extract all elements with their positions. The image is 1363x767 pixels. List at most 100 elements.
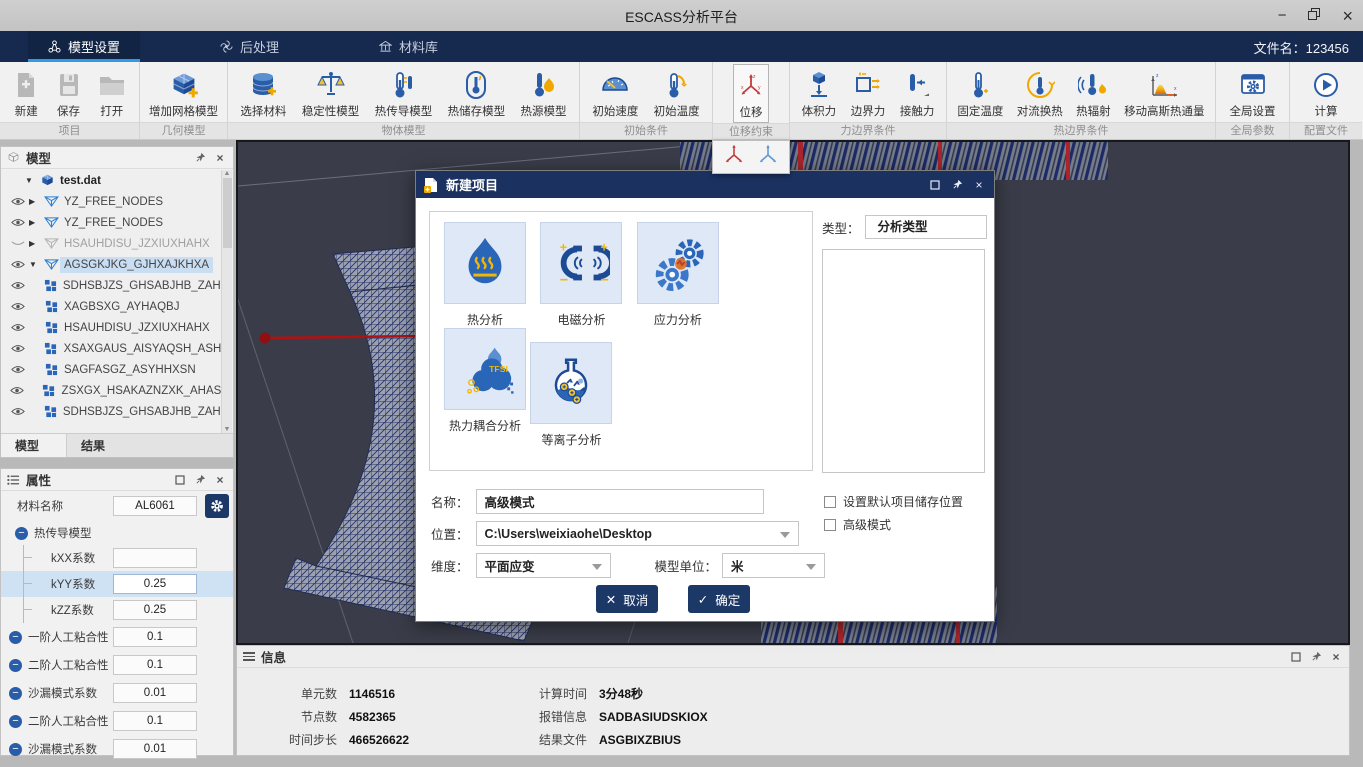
- eye-visible-icon[interactable]: [7, 365, 29, 374]
- save-button[interactable]: 保存: [53, 64, 85, 122]
- tree-row-hidden[interactable]: ▶ HSAUHDISU_JZXIUXHAHX: [1, 233, 233, 254]
- eye-visible-icon[interactable]: [7, 197, 29, 206]
- eye-visible-icon[interactable]: [7, 302, 29, 311]
- collapse-icon[interactable]: −: [9, 687, 22, 700]
- tree-row-selected[interactable]: ▼ AGSGKJKG_GJHXAJKHXA: [1, 254, 233, 275]
- collapse-icon[interactable]: ▼: [29, 260, 42, 269]
- eye-visible-icon[interactable]: [7, 386, 28, 395]
- fixed-temperature-button[interactable]: 固定温度: [954, 64, 1006, 122]
- minimize-icon[interactable]: −: [1278, 8, 1287, 23]
- pin-icon[interactable]: [1309, 650, 1323, 664]
- tab-post-processing[interactable]: 后处理: [200, 31, 299, 62]
- heat-conduction-model-button[interactable]: 热传导模型: [372, 64, 436, 122]
- property-input[interactable]: 0.1: [113, 627, 197, 647]
- tab-material-library[interactable]: 材料库: [359, 31, 458, 62]
- collapse-group-icon[interactable]: −: [15, 527, 28, 540]
- collapse-icon[interactable]: ▼: [25, 176, 38, 185]
- pin-icon[interactable]: [193, 151, 207, 165]
- eye-visible-icon[interactable]: [7, 407, 29, 416]
- checkbox-icon[interactable]: [824, 519, 836, 531]
- name-input[interactable]: 高级模式: [476, 489, 764, 514]
- heat-source-model-button[interactable]: 热源模型: [518, 64, 570, 122]
- card-plasma-analysis[interactable]: 等离子分析: [530, 342, 612, 448]
- close-panel-icon[interactable]: ×: [213, 151, 227, 165]
- contact-force-button[interactable]: 接触力: [897, 64, 938, 122]
- property-input[interactable]: 0.1: [113, 711, 197, 731]
- property-input[interactable]: 0.01: [113, 683, 197, 703]
- close-panel-icon[interactable]: ×: [213, 473, 227, 487]
- tree-row[interactable]: ▶ YZ_FREE_NODES: [1, 212, 233, 233]
- global-settings-button[interactable]: 全局设置: [1227, 64, 1279, 122]
- open-button[interactable]: 打开: [95, 64, 129, 122]
- heat-conduction-group-row[interactable]: − 热传导模型: [1, 521, 233, 545]
- eye-visible-icon[interactable]: [7, 218, 29, 227]
- material-name-value[interactable]: AL6061: [113, 496, 197, 516]
- initial-temperature-button[interactable]: 初始温度: [651, 64, 703, 122]
- tree-root-row[interactable]: ▼ test.dat: [1, 170, 233, 191]
- eye-visible-icon[interactable]: [7, 281, 29, 290]
- restore-panel-icon[interactable]: [173, 473, 187, 487]
- tree-scrollbar[interactable]: ▲▼: [221, 170, 232, 433]
- tree-row[interactable]: ▶ YZ_FREE_NODES: [1, 191, 233, 212]
- card-stress-analysis[interactable]: 应力分析: [637, 222, 719, 328]
- convection-button[interactable]: 对流换热: [1014, 64, 1066, 122]
- ok-button[interactable]: ✓ 确定: [688, 585, 750, 613]
- property-input[interactable]: [113, 548, 197, 568]
- eye-hidden-icon[interactable]: [7, 239, 29, 248]
- dimension-combobox[interactable]: 平面应变: [476, 553, 611, 578]
- collapse-icon[interactable]: −: [9, 743, 22, 756]
- initial-velocity-button[interactable]: 初始速度: [589, 64, 641, 122]
- stability-model-button[interactable]: 稳定性模型: [299, 64, 363, 122]
- property-input[interactable]: 0.25: [113, 574, 197, 594]
- close-panel-icon[interactable]: ×: [1329, 650, 1343, 664]
- property-input[interactable]: 0.01: [113, 739, 197, 759]
- eye-visible-icon[interactable]: [7, 323, 29, 332]
- expand-icon[interactable]: ▶: [29, 239, 42, 248]
- body-force-button[interactable]: 体积力: [799, 64, 840, 122]
- tree-row[interactable]: HSAUHDISU_JZXIUXHAHX: [1, 317, 233, 338]
- type-description-listbox[interactable]: [822, 249, 985, 473]
- checkbox-icon[interactable]: [824, 496, 836, 508]
- checkbox-default-location[interactable]: 设置默认项目储存位置: [824, 493, 963, 510]
- new-project-button[interactable]: 新建: [10, 64, 42, 122]
- cancel-button[interactable]: ✕ 取消: [596, 585, 658, 613]
- select-material-button[interactable]: 选择材料: [237, 64, 289, 122]
- card-thermal-analysis[interactable]: 热分析: [444, 222, 526, 328]
- dialog-header[interactable]: 新建项目 ×: [416, 171, 994, 198]
- scrollbar-thumb[interactable]: [223, 178, 232, 248]
- displacement-button[interactable]: zxy 位移: [733, 64, 769, 123]
- restore-dialog-icon[interactable]: [928, 178, 942, 192]
- expand-icon[interactable]: ▶: [29, 218, 42, 227]
- pin-icon[interactable]: [193, 473, 207, 487]
- heat-storage-model-button[interactable]: 热储存模型: [445, 64, 509, 122]
- restore-window-icon[interactable]: [1308, 8, 1320, 23]
- tree-row[interactable]: SDHSBJZS_GHSABJHB_ZAHU: [1, 401, 233, 422]
- eye-visible-icon[interactable]: [7, 260, 29, 269]
- collapse-icon[interactable]: −: [9, 659, 22, 672]
- card-electromagnetic-analysis[interactable]: ++−− 电磁分析: [540, 222, 622, 328]
- close-dialog-icon[interactable]: ×: [972, 178, 986, 192]
- tree-row[interactable]: SAGFASGZ_ASYHHXSN: [1, 359, 233, 380]
- tree-row[interactable]: XAGBSXG_AYHAQBJ: [1, 296, 233, 317]
- radiation-button[interactable]: 热辐射: [1073, 64, 1114, 122]
- model-unit-combobox[interactable]: 米: [722, 553, 825, 578]
- scroll-up-icon[interactable]: ▲: [224, 170, 231, 177]
- tree-row[interactable]: XSAXGAUS_AISYAQSH_ASHX: [1, 338, 233, 359]
- tree-row[interactable]: SDHSBJZS_GHSABJHB_ZAHU: [1, 275, 233, 296]
- displacement-option-red-icon[interactable]: [722, 142, 746, 173]
- tree-root-label[interactable]: test.dat: [56, 173, 105, 189]
- compute-button[interactable]: 计算: [1308, 64, 1344, 122]
- collapse-icon[interactable]: −: [9, 631, 22, 644]
- location-combobox[interactable]: C:\Users\weixiaohe\Desktop: [476, 521, 799, 546]
- tab-model-setup[interactable]: 模型设置: [28, 31, 140, 62]
- property-input[interactable]: 0.25: [113, 600, 197, 620]
- property-input[interactable]: 0.1: [113, 655, 197, 675]
- pin-icon[interactable]: [950, 178, 964, 192]
- checkbox-advanced-mode[interactable]: 高级模式: [824, 516, 891, 533]
- boundary-force-button[interactable]: 边界力: [848, 64, 889, 122]
- material-settings-button[interactable]: [205, 494, 229, 518]
- card-thermal-coupling-analysis[interactable]: TFSI 热力耦合分析: [444, 328, 526, 434]
- expand-icon[interactable]: ▶: [29, 197, 42, 206]
- tab-model[interactable]: 模型: [1, 434, 67, 457]
- type-value-box[interactable]: 分析类型: [865, 215, 987, 239]
